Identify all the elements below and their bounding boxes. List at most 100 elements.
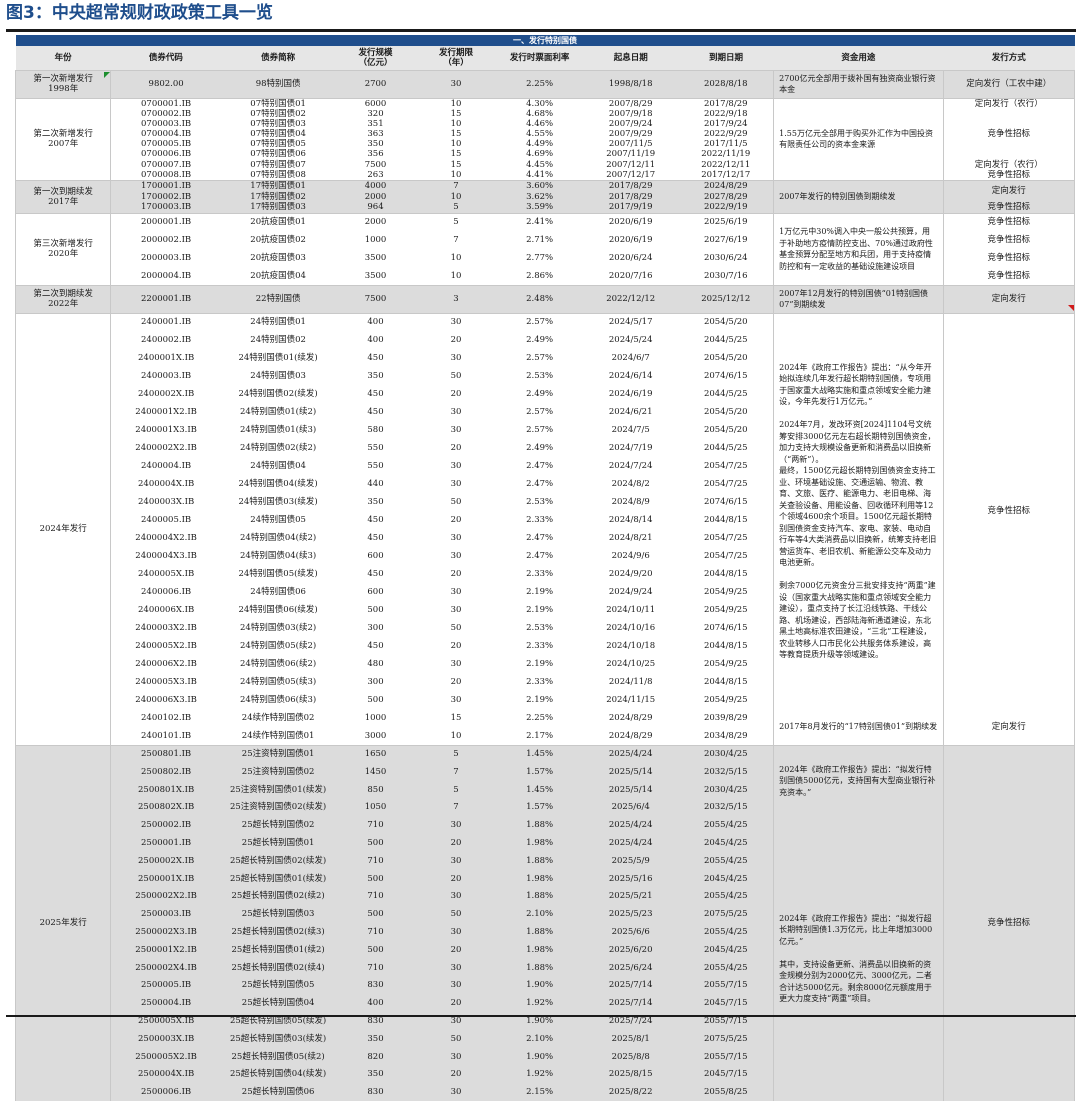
due-date-cell: 2055/4/25 [678,887,774,906]
start-date-cell: 2024/6/19 [608,389,653,400]
rate-cell: 1.88% [496,887,584,906]
scale-cell: 400 [335,312,416,332]
term-cell: 7 [415,798,497,817]
code-cell: 0700005.IB [141,139,192,150]
due-date-cell: 2054/7/25 [703,551,748,562]
start-date-cell: 2025/5/23 [583,905,679,924]
scale-cell: 2700 [335,69,416,98]
start-date-cell: 2007/12/17 [606,169,656,180]
code-cell: 2200001.IB [110,284,221,314]
method-cell: 竞争性招标 [942,108,1076,160]
code-cell: 2000001.IB [110,212,221,232]
scale-cell: 1000 [364,713,387,724]
code-cell: 2400006X3.IB [135,695,197,706]
name-cell: 25超长特别国债04(续发) [220,1065,336,1084]
code-cell: 2400006.IB [141,587,192,598]
due-date-cell: 2027/6/19 [703,235,748,246]
start-date-cell: 2007/9/29 [608,128,653,139]
scale-cell: 3000 [364,730,387,741]
scale-cell: 550 [367,443,384,454]
code-cell: 1700001.IB [110,179,221,192]
rate-cell: 2.17% [526,730,554,741]
name-cell: 25超长特别国债03 [220,905,336,924]
name-cell: 24特别国债05 [250,515,306,526]
term-cell: 20 [415,869,497,888]
use-cell: 2024年《政府工作报告》提出：“拟发行超长期特别国债1.3万亿元，比上年增加3… [773,816,944,1101]
name-cell: 25超长特别国债05 [220,976,336,995]
method-cell: 竞争性招标 [942,202,1076,214]
term-cell: 50 [415,905,497,924]
term-cell: 30 [415,1047,497,1066]
table-row: 2025年发行 2500801.IB 25注资特别国债01 1650 5 1.45% 202… [14,744,1076,1101]
code-cell: 2500004.IB [110,994,221,1013]
start-date-cell: 2024/8/29 [608,713,653,724]
code-cell: 2400004X3.IB [135,551,197,562]
year-cell: 2025年发行 [14,744,112,1101]
start-date-cell: 2024/6/21 [608,407,653,418]
header-name: 债券简称 [220,46,336,70]
rate-cell: 2.47% [526,479,554,490]
code-cell: 2400003X2.IB [135,623,197,634]
start-date-cell: 2025/6/24 [583,958,679,977]
term-cell: 15 [450,149,462,160]
term-cell: 15 [450,108,462,119]
scale-cell: 710 [335,958,416,977]
due-date-cell: 2054/7/25 [703,461,748,472]
due-date-cell: 2044/8/15 [703,515,748,526]
name-cell: 20抗疫国债04 [250,270,306,281]
scale-cell: 710 [335,851,416,870]
use-cell: 2024年《政府工作报告》提出：“从今年开始拟连续几年发行超长期特别国债，专项用… [773,312,944,710]
term-cell: 30 [415,1083,497,1101]
bottom-rule [6,1015,1076,1017]
scale-cell: 480 [367,659,384,670]
name-cell: 25超长特别国债05(续2) [220,1047,336,1066]
start-date-cell: 2025/8/15 [583,1065,679,1084]
method-cell: 定向发行 [942,179,1076,203]
term-cell: 7 [415,762,497,781]
year-cell: 第二次新增发行 2007年 [14,97,112,181]
due-date-cell: 2022/9/29 [703,128,748,139]
start-date-cell: 1998/8/18 [583,69,679,98]
scale-cell: 400 [367,335,384,346]
due-date-cell: 2022/9/19 [678,202,774,214]
rate-cell: 2.49% [526,335,554,346]
start-date-cell: 2025/5/21 [583,887,679,906]
code-cell: 2500801X.IB [110,780,221,799]
name-cell: 17特别国债03 [220,202,336,214]
name-cell: 07特别国债05 [250,139,306,150]
due-date-cell: 2022/12/11 [701,159,751,170]
term-cell: 50 [450,371,462,382]
term-cell: 10 [450,169,462,180]
term-cell: 5 [415,202,497,214]
rate-cell: 1.98% [496,834,584,852]
scale-cell: 2000 [335,212,416,232]
rate-cell: 1.88% [496,923,584,941]
rate-cell: 2.53% [526,623,554,634]
scale-cell: 363 [367,128,384,139]
rate-cell: 2.57% [526,353,554,364]
name-cell: 25超长特别国债02(续3) [220,923,336,941]
scale-cell: 7500 [364,159,387,170]
green-comment-marker [104,72,110,78]
start-date-cell: 2024/6/7 [611,353,650,364]
term-cell: 30 [450,461,462,472]
name-cell: 24特别国债01(续3) [240,425,317,436]
due-date-cell: 2028/8/18 [678,69,774,98]
scale-cell: 500 [335,834,416,852]
scale-cell: 1050 [335,798,416,817]
scale-cell: 500 [367,695,384,706]
header-term: 发行期限 （年） [415,46,497,70]
start-date-cell: 2025/6/6 [583,923,679,941]
name-cell: 24特别国债04(续2) [240,533,317,544]
header-due: 到期日期 [678,46,774,70]
start-date-cell: 2022/12/12 [583,284,679,314]
term-cell: 20 [450,569,462,580]
scale-cell: 2000 [335,191,416,203]
scale-cell: 580 [367,425,384,436]
header-method: 发行方式 [943,46,1075,70]
due-date-cell: 2054/5/20 [703,407,748,418]
scale-cell: 450 [367,353,384,364]
name-cell: 24特别国债02(续发) [238,389,318,400]
rate-cell: 2.57% [526,425,554,436]
code-cell: 2500802X.IB [110,798,221,817]
